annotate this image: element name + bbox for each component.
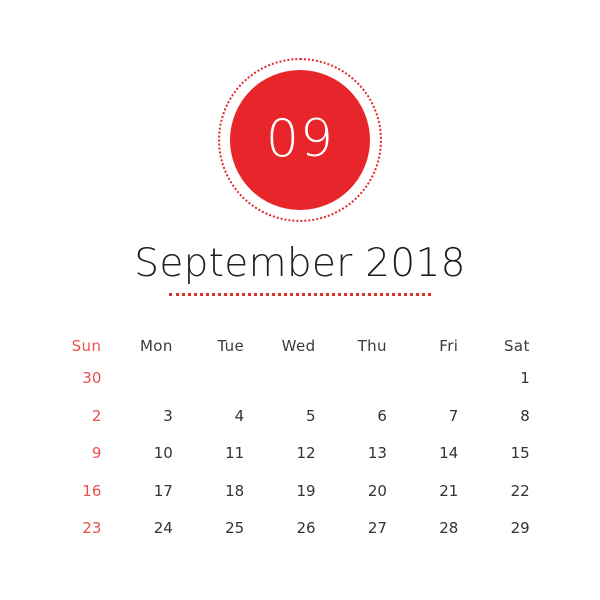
weekday-header-sun: Sun (71, 337, 102, 355)
calendar-day-cell[interactable]: 12 (260, 435, 331, 473)
calendar-day-empty (403, 360, 474, 398)
calendar-day-cell[interactable]: 20 (332, 473, 403, 511)
calendar-day-empty (117, 360, 188, 398)
calendar-day-cell[interactable]: 24 (117, 510, 188, 548)
calendar-day-cell[interactable]: 9 (46, 435, 117, 473)
calendar-day-cell[interactable]: 30 (46, 360, 117, 398)
calendar-day-cell[interactable]: 16 (46, 473, 117, 511)
calendar-week-row: 30 1 (46, 360, 546, 398)
calendar-week-row: 2345678 (46, 398, 546, 436)
calendar-day-cell[interactable]: 11 (189, 435, 260, 473)
title-dotted-underline (169, 293, 431, 296)
calendar-day-cell[interactable]: 19 (260, 473, 331, 511)
page-title: September 2018 (134, 241, 466, 286)
calendar-day-cell[interactable]: 6 (332, 398, 403, 436)
month-badge-circle: 09 (230, 70, 370, 210)
calendar-day-cell[interactable]: 21 (403, 473, 474, 511)
weekday-header-fri: Fri (439, 337, 459, 355)
calendar-day-empty (260, 360, 331, 398)
weekday-header-mon: Mon (139, 337, 173, 355)
calendar-day-cell[interactable]: 3 (117, 398, 188, 436)
calendar-day-empty (332, 360, 403, 398)
weekday-header-wed: Wed (281, 337, 316, 355)
calendar-week-row: 23 24 25 26 27 28 29 (46, 510, 546, 548)
calendar-day-cell[interactable]: 1 (474, 360, 545, 398)
calendar-week-row: 9 10 11 12 13 14 15 (46, 435, 546, 473)
calendar-day-cell[interactable]: 5 (260, 398, 331, 436)
calendar-day-empty (189, 360, 260, 398)
calendar-day-cell[interactable]: 2 (46, 398, 117, 436)
calendar-day-cell[interactable]: 26 (260, 510, 331, 548)
calendar-day-cell[interactable]: 23 (46, 510, 117, 548)
calendar-day-cell[interactable]: 13 (332, 435, 403, 473)
calendar-day-cell[interactable]: 18 (189, 473, 260, 511)
calendar-day-cell[interactable]: 10 (117, 435, 188, 473)
weekday-header-thu: Thu (357, 337, 387, 355)
weekday-header-tue: Tue (217, 337, 245, 355)
calendar-day-cell[interactable]: 25 (189, 510, 260, 548)
calendar-day-cell[interactable]: 14 (403, 435, 474, 473)
calendar-page: 09 September 2018 Sun Mon Tue Wed Thu Fri Sat … (0, 0, 600, 600)
calendar-day-cell[interactable]: 8 (474, 398, 545, 436)
calendar-day-cell[interactable]: 22 (474, 473, 545, 511)
month-title-block: September 2018 (0, 240, 600, 296)
calendar-day-cell[interactable]: 4 (189, 398, 260, 436)
month-number: 09 (265, 109, 335, 169)
calendar-day-cell[interactable]: 7 (403, 398, 474, 436)
calendar-day-cell[interactable]: 27 (332, 510, 403, 548)
month-badge: 09 (0, 58, 600, 228)
weekday-header-sat: Sat (503, 337, 530, 355)
calendar-grid: Sun Mon Tue Wed Thu Fri Sat 30 1 2 3 4 5 6 7 8 9 10 11 12 1… (46, 332, 546, 548)
date-rows-container: 30 1 2 3 4 5 6 7 8 9 10 11 12 13 14 15 16 17 18 19 20 21 22 23 2… (46, 360, 546, 548)
calendar-week-row: 16 17 18 19 20 21 22 (46, 473, 546, 511)
calendar-day-cell[interactable]: 29 (474, 510, 545, 548)
calendar-day-cell[interactable]: 15 (474, 435, 545, 473)
calendar-day-cell[interactable]: 28 (403, 510, 474, 548)
weekday-header-row: Sun Mon Tue Wed Thu Fri Sat (46, 332, 546, 360)
calendar-day-cell[interactable]: 17 (117, 473, 188, 511)
